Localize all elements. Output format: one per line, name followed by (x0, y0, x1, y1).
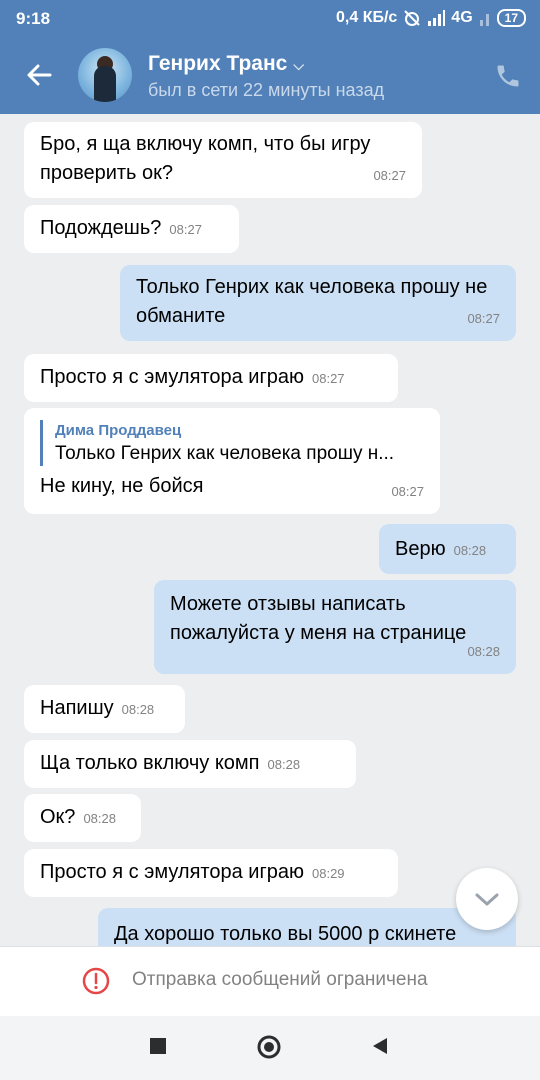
message-text: Напишу (40, 697, 114, 719)
message-incoming[interactable]: Просто я с эмулятора играю 08:27 (24, 354, 398, 402)
signal-icon (428, 10, 446, 26)
signal-icon-2 (479, 14, 489, 26)
home-circle-icon[interactable] (256, 1034, 282, 1060)
message-text: Только Генрих как человека прошу не обма… (136, 276, 488, 327)
status-time: 9:18 (16, 9, 51, 28)
message-incoming[interactable]: Ща только включу комп 08:28 (24, 740, 356, 788)
message-time: 08:27 (312, 371, 345, 386)
chat-header: Генрих Транс ⌵ был в сети 22 минуты назад (0, 38, 540, 114)
recents-square-icon[interactable] (148, 1036, 168, 1056)
message-outgoing[interactable]: Только Генрих как человека прошу не обма… (120, 265, 516, 341)
scroll-down-button[interactable] (456, 868, 518, 930)
message-outgoing[interactable]: Можете отзывы написать пожалуйста у меня… (154, 580, 516, 674)
message-incoming[interactable]: Бро, я ща включу комп, что бы игру прове… (24, 122, 422, 198)
exclamation-circle-icon (82, 967, 110, 995)
message-time: 08:28 (267, 757, 301, 772)
restriction-text: Отправка сообщений ограничена (132, 969, 428, 990)
contact-name[interactable]: Генрих Транс ⌵ (148, 52, 304, 76)
message-text: Верю (395, 538, 446, 560)
message-outgoing[interactable]: Верю 08:28 (379, 524, 516, 574)
message-time: 08:28 (467, 644, 500, 659)
message-text: Не кину, не бойся (40, 475, 204, 497)
message-text: Бро, я ща включу комп, что бы игру прове… (40, 133, 371, 184)
message-time: 08:27 (373, 168, 406, 183)
chevron-down-icon (475, 893, 499, 906)
message-time: 08:27 (391, 484, 424, 499)
message-text: Подождешь? (40, 217, 162, 239)
message-time: 08:29 (312, 866, 345, 881)
message-text: Просто я с эмулятора играю (40, 366, 304, 388)
message-incoming[interactable]: Ок? 08:28 (24, 794, 141, 842)
message-text: Ок? (40, 806, 76, 828)
messaging-restricted-bar: Отправка сообщений ограничена (0, 946, 540, 1017)
message-incoming[interactable]: Просто я с эмулятора играю 08:29 (24, 849, 398, 897)
contact-name-text: Генрих Транс (148, 52, 288, 75)
back-triangle-icon[interactable] (370, 1036, 390, 1056)
message-incoming-reply[interactable]: Дима Проддавец Только Генрих как человек… (24, 408, 440, 514)
message-time: 08:28 (121, 702, 155, 717)
reply-text: Только Генрих как человека прошу н... (55, 443, 395, 464)
reply-author: Дима Проддавец (55, 422, 182, 439)
reply-quote[interactable]: Дима Проддавец Только Генрих как человек… (40, 420, 424, 466)
battery-icon: 17 (496, 9, 526, 27)
message-time: 08:27 (467, 311, 500, 326)
message-text: Да хорошо только вы 5000 р скинете (114, 923, 457, 945)
message-text: Можете отзывы написать пожалуйста у меня… (170, 593, 467, 644)
avatar[interactable] (78, 48, 132, 102)
last-seen: был в сети 22 минуты назад (148, 80, 385, 100)
system-nav-bar (0, 1016, 540, 1080)
message-time: 08:28 (453, 543, 487, 558)
message-incoming[interactable]: Подождешь? 08:27 (24, 205, 239, 253)
network-type: 4G (451, 9, 473, 26)
avatar-body (94, 66, 116, 102)
message-text: Ща только включу комп (40, 752, 260, 774)
chevron-down-icon: ⌵ (293, 57, 304, 73)
back-arrow-icon[interactable] (24, 60, 54, 90)
message-time: 08:28 (83, 811, 116, 826)
message-time: 08:27 (169, 222, 202, 237)
network-speed: 0,4 КБ/с (336, 9, 398, 26)
status-icons: 0,4 КБ/с 4G 17 (336, 9, 526, 27)
status-bar: 9:18 0,4 КБ/с 4G 17 (0, 0, 540, 38)
phone-icon[interactable] (494, 62, 522, 90)
message-incoming[interactable]: Напишу 08:28 (24, 685, 185, 733)
message-text: Просто я с эмулятора играю (40, 861, 304, 883)
alarm-off-icon (404, 10, 421, 26)
